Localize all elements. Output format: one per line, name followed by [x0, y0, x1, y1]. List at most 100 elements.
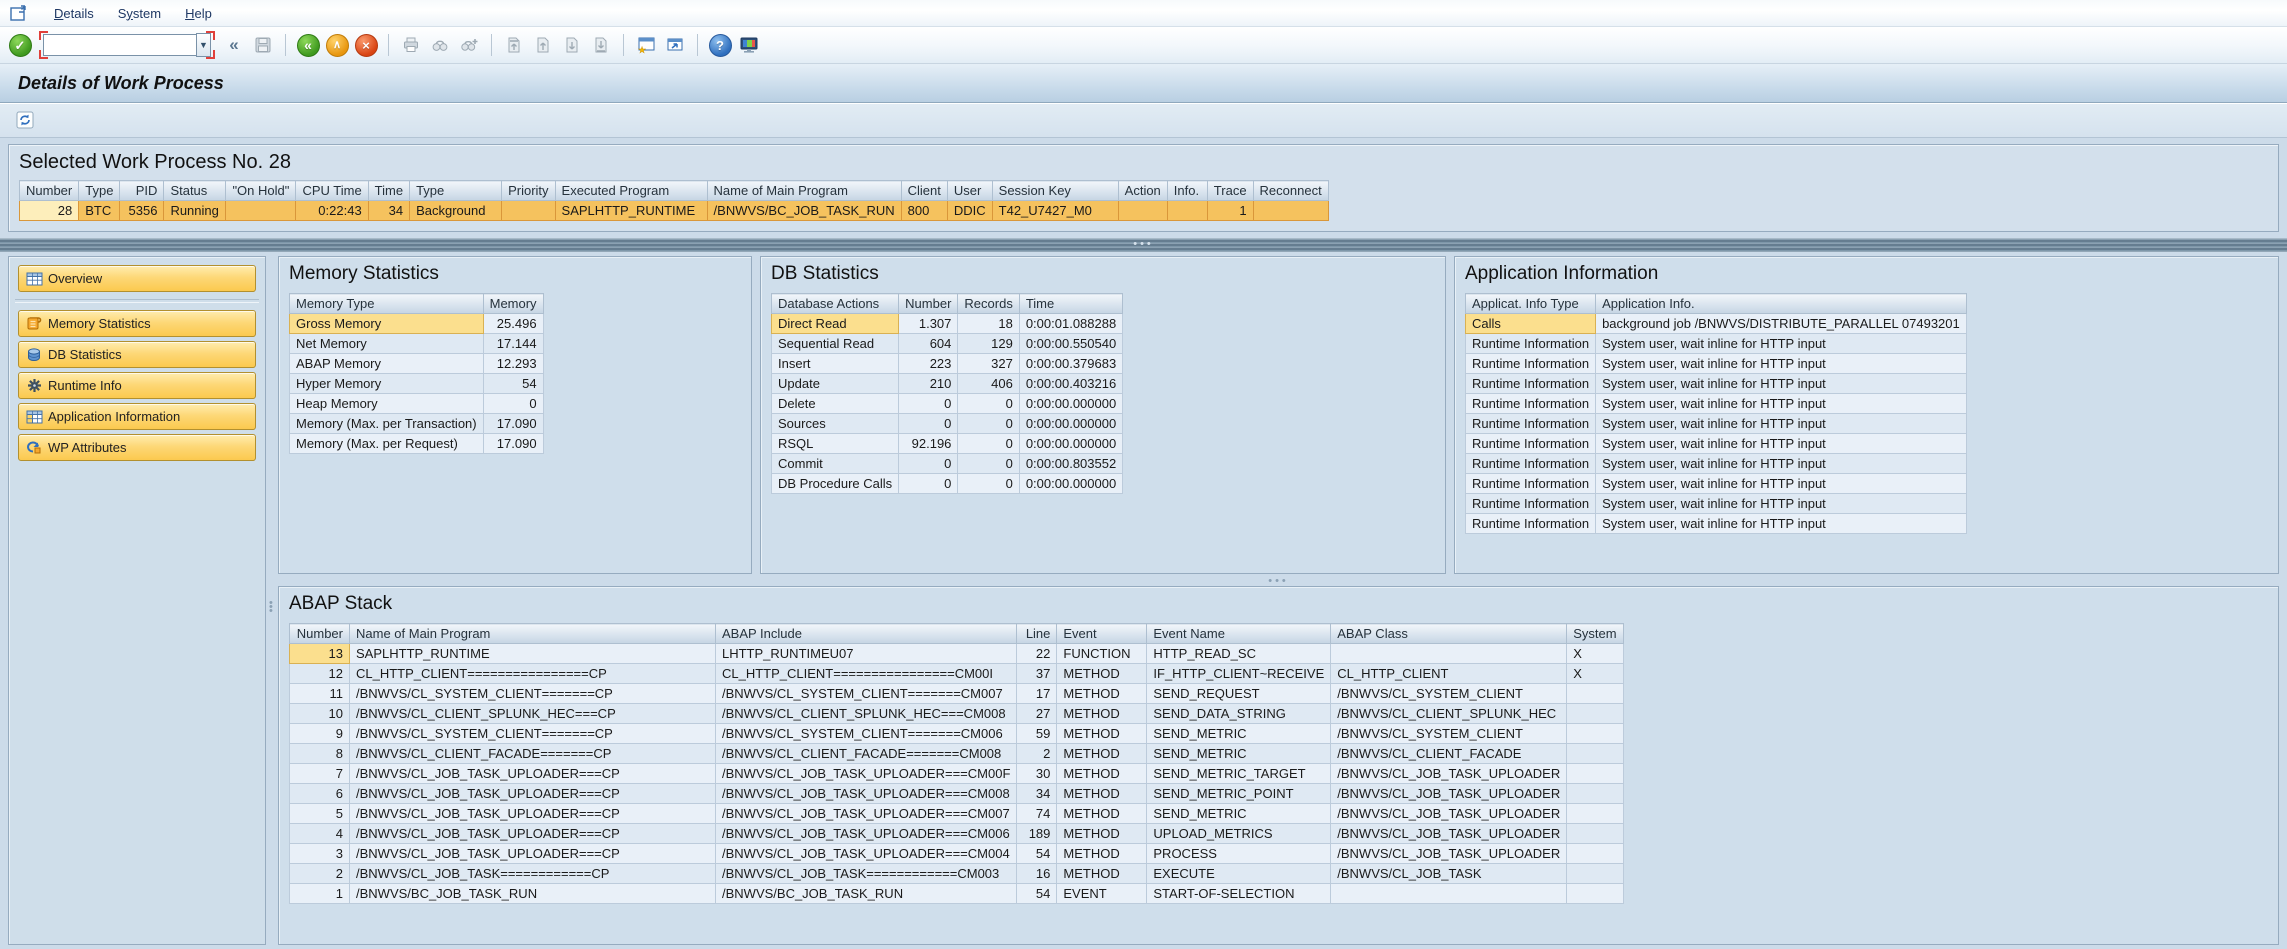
cell[interactable]: SEND_METRIC_TARGET — [1147, 764, 1331, 784]
cell[interactable]: /BNWVS/CL_JOB_TASK_UPLOADER — [1331, 784, 1567, 804]
cell[interactable] — [1331, 644, 1567, 664]
column-header[interactable]: PID — [120, 181, 164, 201]
cell[interactable]: LHTTP_RUNTIMEU07 — [716, 644, 1017, 664]
cell[interactable]: HTTP_READ_SC — [1147, 644, 1331, 664]
column-header[interactable]: Reconnect — [1253, 181, 1328, 201]
cell[interactable]: 1.307 — [899, 314, 958, 334]
column-header[interactable]: System — [1567, 624, 1623, 644]
cell[interactable]: System user, wait inline for HTTP input — [1596, 374, 1967, 394]
cell[interactable]: System user, wait inline for HTTP input — [1596, 494, 1967, 514]
column-header[interactable]: Number — [899, 294, 958, 314]
cell[interactable]: 17 — [1017, 684, 1057, 704]
cell[interactable]: METHOD — [1057, 704, 1147, 724]
cell[interactable]: Runtime Information — [1466, 514, 1596, 534]
cell[interactable]: 0 — [899, 394, 958, 414]
cell[interactable]: 54 — [483, 374, 543, 394]
cell[interactable]: System user, wait inline for HTTP input — [1596, 334, 1967, 354]
cell[interactable]: EVENT — [1057, 884, 1147, 904]
cell[interactable]: 25.496 — [483, 314, 543, 334]
column-header[interactable]: Type — [410, 181, 502, 201]
column-header[interactable]: Client — [901, 181, 947, 201]
cell[interactable]: X — [1567, 644, 1623, 664]
column-header[interactable]: Time — [368, 181, 409, 201]
cell[interactable]: /BNWVS/CL_JOB_TASK_UPLOADER===CM006 — [716, 824, 1017, 844]
cell[interactable]: DDIC — [947, 201, 992, 221]
cell[interactable]: /BNWVS/CL_JOB_TASK_UPLOADER===CM00F — [716, 764, 1017, 784]
cell[interactable]: /BNWVS/CL_JOB_TASK_UPLOADER===CM008 — [716, 784, 1017, 804]
cell[interactable]: METHOD — [1057, 724, 1147, 744]
cell[interactable]: /BNWVS/CL_SYSTEM_CLIENT — [1331, 684, 1567, 704]
cell[interactable]: /BNWVS/CL_SYSTEM_CLIENT=======CM007 — [716, 684, 1017, 704]
column-header[interactable]: Name of Main Program — [350, 624, 716, 644]
sidebar-item-overview[interactable]: Overview — [18, 265, 256, 292]
cell[interactable]: /BNWVS/CL_SYSTEM_CLIENT=======CM006 — [716, 724, 1017, 744]
cell[interactable]: 17.090 — [483, 434, 543, 454]
cell[interactable]: METHOD — [1057, 684, 1147, 704]
column-header[interactable]: Memory Type — [290, 294, 484, 314]
cell[interactable]: SEND_DATA_STRING — [1147, 704, 1331, 724]
cell[interactable]: 0:00:00.000000 — [1019, 474, 1122, 494]
cell[interactable] — [1567, 744, 1623, 764]
cell[interactable]: RSQL — [772, 434, 899, 454]
cell[interactable]: /BNWVS/CL_JOB_TASK — [1331, 864, 1567, 884]
cell[interactable] — [1331, 884, 1567, 904]
cell[interactable]: /BNWVS/CL_JOB_TASK_UPLOADER — [1331, 844, 1567, 864]
cell[interactable]: 0 — [483, 394, 543, 414]
cell[interactable]: System user, wait inline for HTTP input — [1596, 414, 1967, 434]
cell[interactable]: 0:00:01.088288 — [1019, 314, 1122, 334]
column-header[interactable]: CPU Time — [296, 181, 368, 201]
cell[interactable]: 0:00:00.550540 — [1019, 334, 1122, 354]
cell[interactable]: 54 — [1017, 844, 1057, 864]
cell[interactable]: 8 — [290, 744, 350, 764]
cell[interactable]: Gross Memory — [290, 314, 484, 334]
cell[interactable]: Memory (Max. per Transaction) — [290, 414, 484, 434]
cell[interactable]: 1 — [290, 884, 350, 904]
cell[interactable]: METHOD — [1057, 664, 1147, 684]
cell[interactable]: 17.144 — [483, 334, 543, 354]
cell[interactable]: Memory (Max. per Request) — [290, 434, 484, 454]
column-header[interactable]: Database Actions — [772, 294, 899, 314]
cell[interactable]: 0:00:00.403216 — [1019, 374, 1122, 394]
cell[interactable]: T42_U7427_M0 — [992, 201, 1118, 221]
help-button[interactable]: ? — [708, 33, 732, 57]
cell[interactable]: /BNWVS/BC_JOB_TASK_RUN — [350, 884, 716, 904]
cell[interactable]: SEND_METRIC_POINT — [1147, 784, 1331, 804]
cell[interactable]: 0:00:00.803552 — [1019, 454, 1122, 474]
cell[interactable]: Runtime Information — [1466, 454, 1596, 474]
cell[interactable]: 0 — [899, 474, 958, 494]
cell[interactable]: 11 — [290, 684, 350, 704]
cell[interactable]: Runtime Information — [1466, 354, 1596, 374]
cell[interactable]: 406 — [958, 374, 1019, 394]
cell[interactable]: 12 — [290, 664, 350, 684]
cell[interactable]: 3 — [290, 844, 350, 864]
cell[interactable]: System user, wait inline for HTTP input — [1596, 454, 1967, 474]
cell[interactable]: /BNWVS/CL_CLIENT_SPLUNK_HEC===CM008 — [716, 704, 1017, 724]
cell[interactable]: METHOD — [1057, 744, 1147, 764]
cell[interactable]: 1 — [1207, 201, 1253, 221]
cell[interactable] — [1253, 201, 1328, 221]
cell[interactable]: 22 — [1017, 644, 1057, 664]
cell[interactable]: SEND_METRIC — [1147, 744, 1331, 764]
cell[interactable]: EXECUTE — [1147, 864, 1331, 884]
column-header[interactable]: Status — [164, 181, 226, 201]
customize-layout-button[interactable] — [737, 33, 761, 57]
cell[interactable]: background job /BNWVS/DISTRIBUTE_PARALLE… — [1596, 314, 1967, 334]
cell[interactable]: 5356 — [120, 201, 164, 221]
cell[interactable]: SEND_REQUEST — [1147, 684, 1331, 704]
cell[interactable]: SEND_METRIC — [1147, 804, 1331, 824]
cell[interactable]: 6 — [290, 784, 350, 804]
cell[interactable]: 17.090 — [483, 414, 543, 434]
enter-button[interactable]: ✓ — [8, 33, 32, 57]
cell[interactable]: 0 — [958, 434, 1019, 454]
cell[interactable]: 30 — [1017, 764, 1057, 784]
menu-item-details[interactable]: Details — [42, 4, 106, 23]
cell[interactable]: 10 — [290, 704, 350, 724]
cell[interactable]: 0:00:00.000000 — [1019, 414, 1122, 434]
cell[interactable]: 0 — [958, 394, 1019, 414]
cell[interactable]: System user, wait inline for HTTP input — [1596, 514, 1967, 534]
cell[interactable]: /BNWVS/CL_JOB_TASK============CP — [350, 864, 716, 884]
cell[interactable]: /BNWVS/CL_SYSTEM_CLIENT — [1331, 724, 1567, 744]
cell[interactable]: 2 — [1017, 744, 1057, 764]
cell[interactable]: 604 — [899, 334, 958, 354]
sidebar-item-wp-attributes[interactable]: WP Attributes — [18, 434, 256, 461]
